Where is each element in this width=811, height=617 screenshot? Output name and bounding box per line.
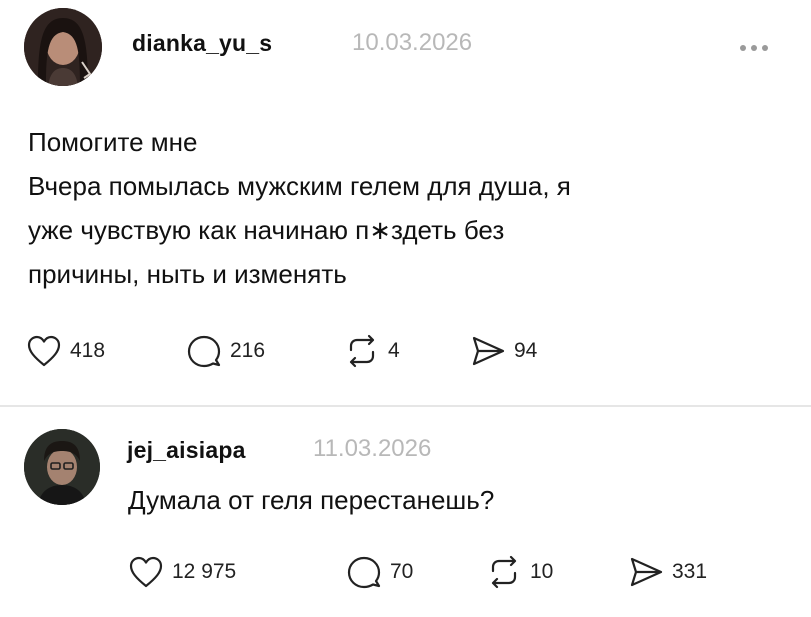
avatar-image — [24, 8, 102, 86]
repost-count: 4 — [388, 339, 400, 362]
share-count: 94 — [514, 339, 538, 362]
like-count: 12 975 — [172, 560, 237, 583]
post-text-line: Вчера помылась мужским гелем для душа, я — [28, 171, 571, 201]
repost-count: 10 — [530, 560, 554, 583]
send-icon — [630, 557, 663, 587]
more-icon[interactable] — [740, 40, 776, 56]
repost-button[interactable]: 10 — [486, 555, 553, 589]
username[interactable]: jej_aisiapa — [127, 437, 246, 464]
heart-icon — [129, 556, 163, 588]
post-date: 10.03.2026 — [352, 29, 473, 56]
avatar[interactable] — [24, 429, 100, 505]
reply-post: jej_aisiapa 11.03.2026 Думала от геля пе… — [0, 407, 811, 617]
speech-bubble-icon — [187, 335, 221, 368]
like-count: 418 — [70, 339, 106, 362]
post-date: 11.03.2026 — [313, 435, 432, 462]
comment-count: 216 — [230, 339, 266, 362]
repost-button[interactable]: 4 — [344, 334, 400, 368]
speech-bubble-icon — [347, 556, 381, 589]
post-text-line: причины, ныть и изменять — [28, 259, 347, 289]
repost-icon — [349, 334, 375, 368]
avatar-image — [24, 429, 100, 505]
post-text: Помогите мне Вчера помылась мужским геле… — [28, 120, 768, 296]
heart-icon — [27, 335, 61, 367]
avatar[interactable] — [24, 8, 102, 86]
post-text-line: Помогите мне — [28, 127, 198, 157]
post-text-line: уже чувствую как начинаю п∗здеть без — [28, 215, 505, 245]
reply-text: Думала от геля перестанешь? — [128, 485, 495, 515]
like-button[interactable]: 12 975 — [128, 555, 236, 589]
share-button[interactable]: 331 — [628, 555, 707, 589]
comment-count: 70 — [390, 560, 414, 583]
comment-button[interactable]: 70 — [346, 555, 413, 589]
like-button[interactable]: 418 — [26, 334, 105, 368]
username[interactable]: dianka_yu_s — [132, 30, 272, 57]
repost-icon — [491, 555, 517, 589]
comment-button[interactable]: 216 — [186, 334, 265, 368]
share-button[interactable]: 94 — [470, 334, 537, 368]
share-count: 331 — [672, 560, 708, 583]
send-icon — [472, 336, 505, 366]
main-post: dianka_yu_s 10.03.2026 Помогите мне Вчер… — [0, 0, 811, 405]
